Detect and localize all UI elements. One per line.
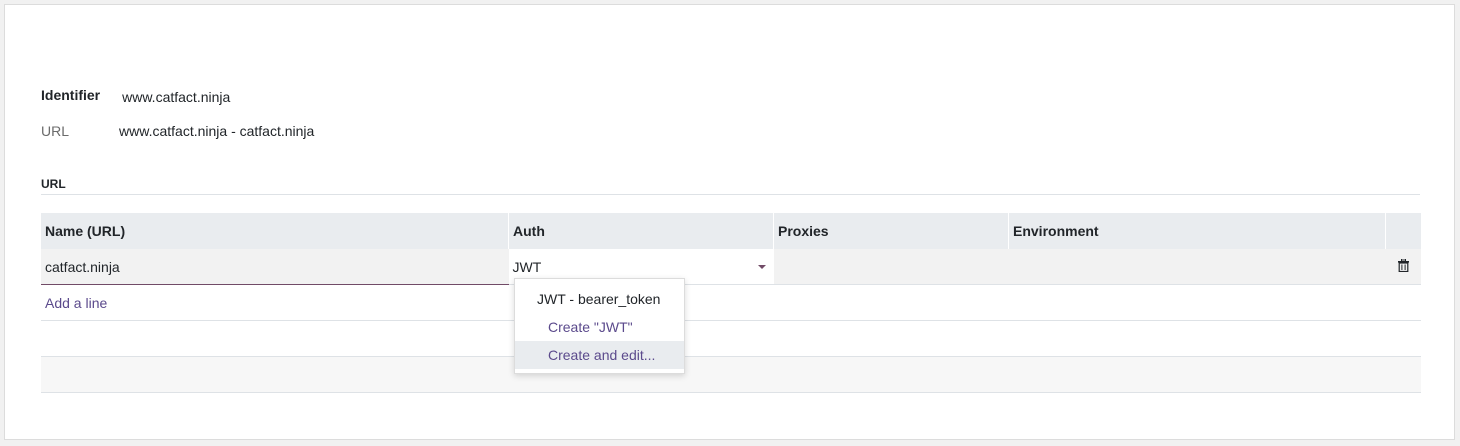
- column-header-proxies[interactable]: Proxies: [773, 213, 1009, 249]
- add-line-row: Add a line: [41, 284, 1421, 321]
- column-header-environment[interactable]: Environment: [1008, 213, 1386, 249]
- caret-down-icon[interactable]: [757, 265, 766, 269]
- section-title: URL: [41, 177, 66, 191]
- add-line-link[interactable]: Add a line: [45, 295, 107, 311]
- dropdown-option-jwt-bearer-token[interactable]: JWT - bearer_token: [515, 285, 684, 313]
- auth-value: JWT: [512, 258, 542, 275]
- table-row[interactable]: catfact.ninja JWT: [41, 249, 1421, 285]
- auth-dropdown-menu: JWT - bearer_token Create "JWT" Create a…: [514, 278, 685, 374]
- table-header-row: Name (URL) Auth Proxies Environment: [41, 213, 1421, 249]
- dropdown-option-create-and-edit[interactable]: Create and edit...: [515, 341, 684, 369]
- delete-row-button[interactable]: [1385, 249, 1421, 285]
- column-header-name[interactable]: Name (URL): [41, 213, 509, 249]
- identifier-label: Identifier: [41, 87, 101, 103]
- dropdown-option-create[interactable]: Create "JWT": [515, 313, 684, 341]
- empty-row: [41, 356, 1421, 393]
- proxies-cell[interactable]: [773, 249, 1009, 285]
- form-sheet: Identifier www.catfact.ninja URL www.cat…: [4, 4, 1455, 440]
- trash-icon: [1397, 258, 1409, 275]
- url-lines-table: Name (URL) Auth Proxies Environment catf…: [41, 213, 1421, 393]
- environment-cell[interactable]: [1008, 249, 1386, 285]
- identifier-row: Identifier www.catfact.ninja: [41, 85, 230, 105]
- column-header-actions: [1385, 213, 1421, 249]
- section-divider: [41, 194, 1420, 195]
- identifier-value: www.catfact.ninja: [122, 89, 231, 105]
- column-header-auth[interactable]: Auth: [508, 213, 774, 249]
- url-label: URL: [41, 123, 70, 139]
- name-cell[interactable]: catfact.ninja: [41, 249, 509, 285]
- url-value: www.catfact.ninja - catfact.ninja: [119, 123, 315, 139]
- empty-row: [41, 320, 1421, 357]
- url-row: URL www.catfact.ninja - catfact.ninja: [41, 123, 314, 139]
